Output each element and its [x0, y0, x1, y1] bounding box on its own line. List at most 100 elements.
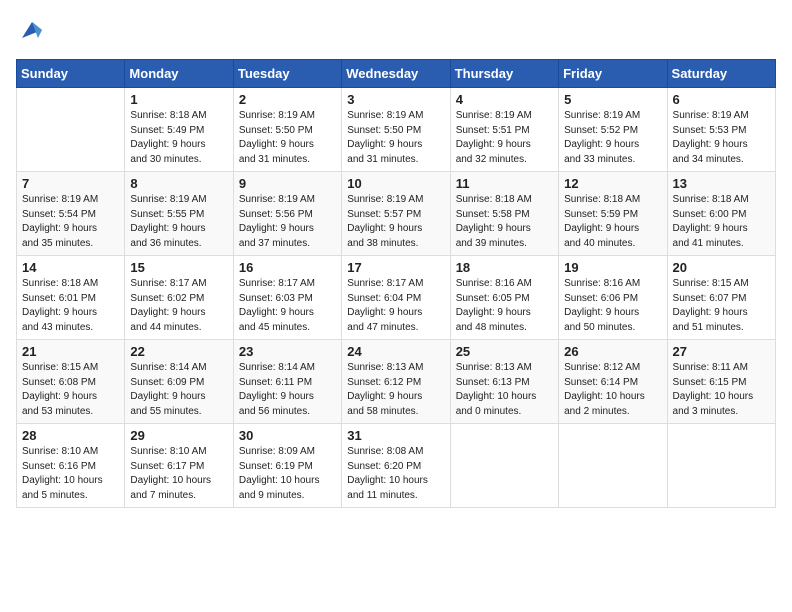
day-cell: 23 Sunrise: 8:14 AM Sunset: 6:11 PM Dayli… [233, 340, 341, 424]
week-row-5: 28 Sunrise: 8:10 AM Sunset: 6:16 PM Dayli… [17, 424, 776, 508]
day-number: 7 [22, 176, 119, 191]
day-info: Sunrise: 8:14 AM Sunset: 6:11 PM Dayligh… [239, 361, 336, 419]
day-info: Sunrise: 8:15 AM Sunset: 6:07 PM Dayligh… [673, 277, 770, 335]
day-number: 16 [239, 260, 336, 275]
day-number: 22 [130, 344, 227, 359]
day-cell: 9 Sunrise: 8:19 AM Sunset: 5:56 PM Daylig… [233, 172, 341, 256]
day-info: Sunrise: 8:19 AM Sunset: 5:56 PM Dayligh… [239, 193, 336, 251]
day-number: 23 [239, 344, 336, 359]
week-row-4: 21Sunrise: 8:15 AM Sunset: 6:08 PM Dayli… [17, 340, 776, 424]
day-number: 6 [673, 92, 770, 107]
day-number: 29 [130, 428, 227, 443]
day-cell: 2Sunrise: 8:19 AM Sunset: 5:50 PM Daylig… [233, 88, 341, 172]
day-number: 21 [22, 344, 119, 359]
logo-text [16, 16, 46, 49]
day-info: Sunrise: 8:19 AM Sunset: 5:55 PM Dayligh… [130, 193, 227, 251]
day-number: 14 [22, 260, 119, 275]
day-number: 9 [239, 176, 336, 191]
day-number: 15 [130, 260, 227, 275]
day-number: 24 [347, 344, 444, 359]
day-info: Sunrise: 8:19 AM Sunset: 5:51 PM Dayligh… [456, 109, 553, 167]
week-row-3: 14 Sunrise: 8:18 AM Sunset: 6:01 PM Dayli… [17, 256, 776, 340]
header-friday: Friday [559, 60, 667, 88]
day-info: Sunrise: 8:10 AM Sunset: 6:16 PM Dayligh… [22, 445, 119, 503]
day-info: Sunrise: 8:08 AM Sunset: 6:20 PM Dayligh… [347, 445, 444, 503]
day-cell: 11Sunrise: 8:18 AM Sunset: 5:58 PM Dayli… [450, 172, 558, 256]
day-cell: 16Sunrise: 8:17 AM Sunset: 6:03 PM Dayli… [233, 256, 341, 340]
day-cell: 13 Sunrise: 8:18 AM Sunset: 6:00 PM Dayli… [667, 172, 775, 256]
day-info: Sunrise: 8:13 AM Sunset: 6:12 PM Dayligh… [347, 361, 444, 419]
day-cell: 6 Sunrise: 8:19 AM Sunset: 5:53 PM Daylig… [667, 88, 775, 172]
day-cell: 7 Sunrise: 8:19 AM Sunset: 5:54 PM Daylig… [17, 172, 125, 256]
day-info: Sunrise: 8:16 AM Sunset: 6:06 PM Dayligh… [564, 277, 661, 335]
day-info: Sunrise: 8:18 AM Sunset: 6:01 PM Dayligh… [22, 277, 119, 335]
day-cell: 15 Sunrise: 8:17 AM Sunset: 6:02 PM Dayli… [125, 256, 233, 340]
day-number: 13 [673, 176, 770, 191]
day-info: Sunrise: 8:19 AM Sunset: 5:52 PM Dayligh… [564, 109, 661, 167]
day-number: 30 [239, 428, 336, 443]
day-cell [667, 424, 775, 508]
page-header [16, 16, 776, 49]
day-info: Sunrise: 8:16 AM Sunset: 6:05 PM Dayligh… [456, 277, 553, 335]
day-cell: 5 Sunrise: 8:19 AM Sunset: 5:52 PM Daylig… [559, 88, 667, 172]
day-number: 20 [673, 260, 770, 275]
day-cell [450, 424, 558, 508]
logo-icon [18, 16, 46, 44]
day-info: Sunrise: 8:13 AM Sunset: 6:13 PM Dayligh… [456, 361, 553, 419]
day-cell: 19 Sunrise: 8:16 AM Sunset: 6:06 PM Dayli… [559, 256, 667, 340]
header-row: Sunday Monday Tuesday Wednesday Thursday… [17, 60, 776, 88]
day-info: Sunrise: 8:19 AM Sunset: 5:53 PM Dayligh… [673, 109, 770, 167]
day-cell: 14 Sunrise: 8:18 AM Sunset: 6:01 PM Dayli… [17, 256, 125, 340]
day-info: Sunrise: 8:18 AM Sunset: 5:49 PM Dayligh… [130, 109, 227, 167]
day-info: Sunrise: 8:17 AM Sunset: 6:02 PM Dayligh… [130, 277, 227, 335]
day-info: Sunrise: 8:12 AM Sunset: 6:14 PM Dayligh… [564, 361, 661, 419]
day-cell [559, 424, 667, 508]
day-info: Sunrise: 8:18 AM Sunset: 5:59 PM Dayligh… [564, 193, 661, 251]
day-cell: 8Sunrise: 8:19 AM Sunset: 5:55 PM Daylig… [125, 172, 233, 256]
week-row-2: 7 Sunrise: 8:19 AM Sunset: 5:54 PM Daylig… [17, 172, 776, 256]
day-cell: 30 Sunrise: 8:09 AM Sunset: 6:19 PM Dayli… [233, 424, 341, 508]
day-info: Sunrise: 8:09 AM Sunset: 6:19 PM Dayligh… [239, 445, 336, 503]
header-wednesday: Wednesday [342, 60, 450, 88]
day-cell: 28 Sunrise: 8:10 AM Sunset: 6:16 PM Dayli… [17, 424, 125, 508]
day-cell: 29 Sunrise: 8:10 AM Sunset: 6:17 PM Dayli… [125, 424, 233, 508]
day-info: Sunrise: 8:19 AM Sunset: 5:54 PM Dayligh… [22, 193, 119, 251]
day-info: Sunrise: 8:19 AM Sunset: 5:50 PM Dayligh… [239, 109, 336, 167]
day-number: 28 [22, 428, 119, 443]
day-cell: 31Sunrise: 8:08 AM Sunset: 6:20 PM Dayli… [342, 424, 450, 508]
day-cell: 4 Sunrise: 8:19 AM Sunset: 5:51 PM Daylig… [450, 88, 558, 172]
day-cell: 27 Sunrise: 8:11 AM Sunset: 6:15 PM Dayli… [667, 340, 775, 424]
day-cell: 1 Sunrise: 8:18 AM Sunset: 5:49 PM Daylig… [125, 88, 233, 172]
day-cell: 12 Sunrise: 8:18 AM Sunset: 5:59 PM Dayli… [559, 172, 667, 256]
day-info: Sunrise: 8:19 AM Sunset: 5:50 PM Dayligh… [347, 109, 444, 167]
day-number: 1 [130, 92, 227, 107]
day-number: 19 [564, 260, 661, 275]
day-info: Sunrise: 8:14 AM Sunset: 6:09 PM Dayligh… [130, 361, 227, 419]
day-number: 5 [564, 92, 661, 107]
day-number: 4 [456, 92, 553, 107]
day-cell: 22 Sunrise: 8:14 AM Sunset: 6:09 PM Dayli… [125, 340, 233, 424]
day-info: Sunrise: 8:10 AM Sunset: 6:17 PM Dayligh… [130, 445, 227, 503]
logo [16, 16, 46, 49]
day-cell: 18 Sunrise: 8:16 AM Sunset: 6:05 PM Dayli… [450, 256, 558, 340]
day-info: Sunrise: 8:17 AM Sunset: 6:04 PM Dayligh… [347, 277, 444, 335]
header-monday: Monday [125, 60, 233, 88]
day-cell: 10 Sunrise: 8:19 AM Sunset: 5:57 PM Dayli… [342, 172, 450, 256]
day-info: Sunrise: 8:19 AM Sunset: 5:57 PM Dayligh… [347, 193, 444, 251]
day-info: Sunrise: 8:18 AM Sunset: 6:00 PM Dayligh… [673, 193, 770, 251]
day-number: 17 [347, 260, 444, 275]
day-cell: 24 Sunrise: 8:13 AM Sunset: 6:12 PM Dayli… [342, 340, 450, 424]
day-number: 27 [673, 344, 770, 359]
day-number: 18 [456, 260, 553, 275]
calendar-table: Sunday Monday Tuesday Wednesday Thursday… [16, 59, 776, 508]
day-number: 12 [564, 176, 661, 191]
header-sunday: Sunday [17, 60, 125, 88]
day-number: 10 [347, 176, 444, 191]
day-cell: 25Sunrise: 8:13 AM Sunset: 6:13 PM Dayli… [450, 340, 558, 424]
day-cell [17, 88, 125, 172]
day-cell: 26Sunrise: 8:12 AM Sunset: 6:14 PM Dayli… [559, 340, 667, 424]
header-tuesday: Tuesday [233, 60, 341, 88]
day-info: Sunrise: 8:11 AM Sunset: 6:15 PM Dayligh… [673, 361, 770, 419]
day-cell: 3Sunrise: 8:19 AM Sunset: 5:50 PM Daylig… [342, 88, 450, 172]
day-cell: 21Sunrise: 8:15 AM Sunset: 6:08 PM Dayli… [17, 340, 125, 424]
